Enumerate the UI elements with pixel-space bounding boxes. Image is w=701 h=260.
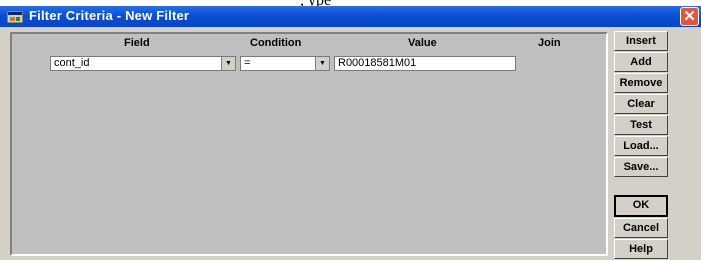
ok-button[interactable]: OK [614,195,668,217]
cancel-button[interactable]: Cancel [614,218,668,238]
clear-button[interactable]: Clear [614,94,668,114]
window-title: Filter Criteria - New Filter [29,8,190,23]
value-input-text: R00018581M01 [338,57,417,69]
app-window-icon [6,10,24,24]
column-header-value: Value [408,37,437,49]
field-select[interactable]: cont_id ▼ [50,56,236,71]
save-button[interactable]: Save... [614,157,668,177]
column-header-field: Field [124,37,150,49]
load-button[interactable]: Load... [614,136,668,156]
help-button[interactable]: Help [614,239,668,259]
test-button[interactable]: Test [614,115,668,135]
title-bar[interactable]: Filter Criteria - New Filter ✕ [0,6,701,27]
value-input[interactable]: R00018581M01 [334,56,516,71]
remove-button[interactable]: Remove [614,73,668,93]
insert-button[interactable]: Insert [614,31,668,51]
criteria-grid: Field Condition Value Join cont_id ▼ = ▼… [10,32,608,256]
field-select-value: cont_id [54,57,90,69]
close-icon[interactable]: ✕ [680,7,699,26]
filter-criteria-dialog: Filter Criteria - New Filter ✕ Field Con… [0,6,701,260]
condition-select[interactable]: = ▼ [240,56,330,71]
column-header-condition: Condition [250,37,302,49]
column-header-join: Join [538,37,561,49]
chevron-down-icon[interactable]: ▼ [315,57,329,70]
chevron-down-icon[interactable]: ▼ [221,57,235,70]
add-button[interactable]: Add [614,52,668,72]
condition-select-value: = [244,57,251,69]
